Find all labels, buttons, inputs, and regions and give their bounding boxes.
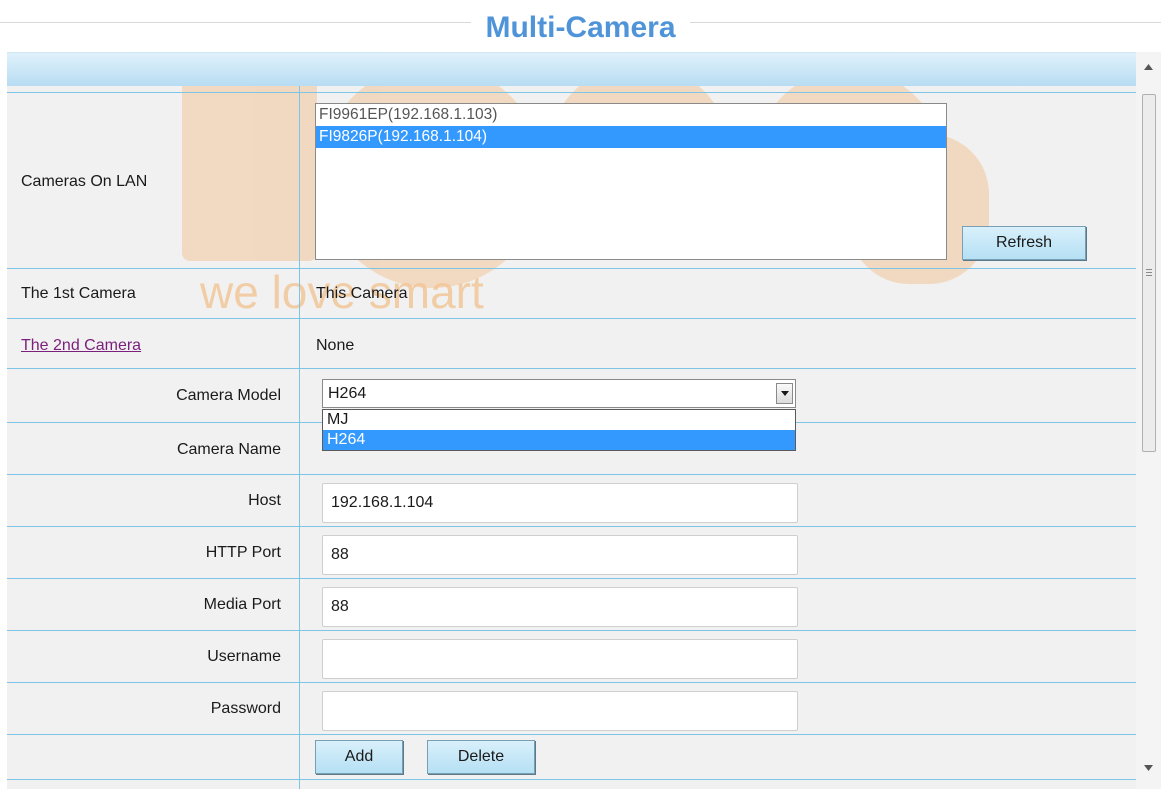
camera-model-dropdown: MJ H264 <box>322 409 796 451</box>
row-cameras-on-lan: Cameras On LAN FI9961EP(192.168.1.103) F… <box>7 92 1136 269</box>
row-first-camera: The 1st Camera This Camera <box>7 268 1136 319</box>
host-label: Host <box>248 492 281 509</box>
dropdown-option-mj[interactable]: MJ <box>323 410 795 430</box>
camera-list[interactable]: FI9961EP(192.168.1.103) FI9826P(192.168.… <box>315 103 947 260</box>
row-actions: Add Delete <box>7 734 1136 780</box>
media-port-input[interactable]: 88 <box>322 587 798 627</box>
camera-model-select[interactable]: H264 <box>322 379 796 408</box>
http-port-input[interactable]: 88 <box>322 535 798 575</box>
camera-list-item[interactable]: FI9961EP(192.168.1.103) <box>316 104 946 126</box>
cameras-on-lan-label: Cameras On LAN <box>21 173 148 190</box>
settings-panel: we love smart Cameras On LAN FI9961EP(19… <box>7 86 1136 789</box>
username-input[interactable] <box>322 639 798 679</box>
camera-model-label: Camera Model <box>176 387 281 404</box>
camera-name-label: Camera Name <box>176 441 281 458</box>
row-host: Host 192.168.1.104 <box>7 474 1136 527</box>
dropdown-option-h264[interactable]: H264 <box>323 430 795 450</box>
refresh-button[interactable]: Refresh <box>962 226 1086 260</box>
password-input[interactable] <box>322 691 798 731</box>
chevron-down-icon[interactable] <box>776 383 793 404</box>
camera-list-item-text: FI9961EP(192.168.1.103) <box>319 106 498 123</box>
delete-button[interactable]: Delete <box>427 740 535 774</box>
second-camera-link[interactable]: The 2nd Camera <box>21 337 141 355</box>
grip-line <box>1146 275 1152 276</box>
camera-model-value: H264 <box>328 385 367 402</box>
http-port-label: HTTP Port <box>205 544 281 561</box>
first-camera-value: This Camera <box>316 285 408 302</box>
row-camera-model: Camera Model H264 MJ H264 <box>7 368 1136 451</box>
scroll-up-icon[interactable] <box>1144 64 1153 70</box>
host-input[interactable]: 192.168.1.104 <box>322 483 798 523</box>
add-button[interactable]: Add <box>315 740 403 774</box>
grip-line <box>1146 269 1152 270</box>
grip-line <box>1146 272 1152 273</box>
row-media-port: Media Port 88 <box>7 578 1136 631</box>
row-http-port: HTTP Port 88 <box>7 526 1136 579</box>
media-port-label: Media Port <box>203 596 281 613</box>
scrollbar[interactable] <box>1136 52 1161 789</box>
page-title-text: Multi-Camera <box>471 11 690 44</box>
camera-list-item-selected[interactable]: FI9826P(192.168.1.104) <box>316 126 946 148</box>
scrollbar-thumb[interactable] <box>1142 94 1156 452</box>
page-title: Multi-Camera <box>0 10 1161 46</box>
header-band <box>7 52 1136 87</box>
camera-list-item-text: FI9826P(192.168.1.104) <box>319 128 488 145</box>
first-camera-label: The 1st Camera <box>21 285 136 302</box>
row-password: Password <box>7 682 1136 735</box>
second-camera-value: None <box>316 337 355 354</box>
row-username: Username <box>7 630 1136 683</box>
username-label: Username <box>207 648 281 665</box>
row-second-camera: The 2nd Camera None <box>7 318 1136 369</box>
scroll-down-icon[interactable] <box>1144 765 1153 771</box>
password-label: Password <box>210 700 281 717</box>
title-bar: Multi-Camera <box>0 0 1161 52</box>
